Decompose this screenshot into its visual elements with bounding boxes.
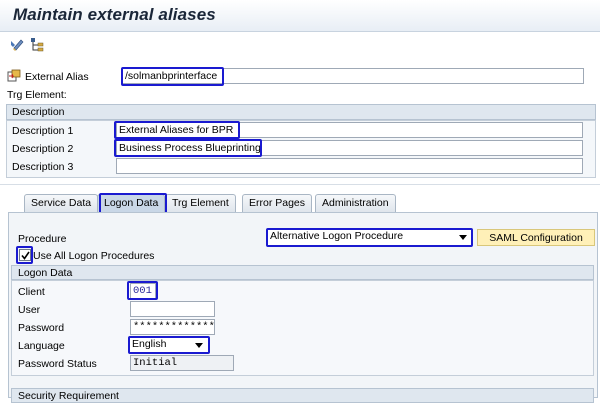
- hierarchy-icon[interactable]: [29, 37, 45, 53]
- tab-service-data-label: Service Data: [31, 197, 92, 209]
- logon-data-section-title: Logon Data: [18, 267, 73, 279]
- external-alias-label: External Alias: [25, 71, 89, 83]
- description-section-title: Description: [12, 106, 65, 118]
- tab-error-pages-label: Error Pages: [249, 197, 306, 209]
- security-requirement-section-header: Security Requirement: [11, 388, 594, 403]
- description-section-header: Description: [6, 104, 596, 120]
- password-status-value: Initial: [133, 357, 178, 369]
- alias-icon: [7, 69, 21, 83]
- tab-strip: Service Data Logon Data Trg Element Erro…: [10, 194, 595, 214]
- target-element-label: Trg Element:: [7, 89, 67, 101]
- description-1-value: External Aliases for BPR: [119, 124, 234, 136]
- description-1-field[interactable]: External Aliases for BPR: [116, 122, 583, 138]
- language-value: English: [132, 338, 167, 350]
- external-alias-value: /solmanbprinterface: [125, 70, 218, 82]
- user-field[interactable]: [130, 301, 215, 317]
- title-bar: Maintain external aliases: [0, 0, 600, 32]
- procedure-dropdown[interactable]: Alternative Logon Procedure: [268, 229, 471, 245]
- application-toolbar: [0, 32, 600, 58]
- password-label: Password: [18, 322, 65, 334]
- chevron-down-icon: [459, 235, 467, 240]
- external-alias-field[interactable]: /solmanbprinterface: [122, 68, 584, 84]
- user-label: User: [18, 304, 41, 316]
- tab-logon-data[interactable]: Logon Data: [97, 194, 166, 212]
- password-field[interactable]: **************: [130, 319, 215, 335]
- use-all-logon-checkbox[interactable]: [19, 249, 31, 261]
- client-field[interactable]: 001: [130, 283, 156, 299]
- client-label: Client: [18, 286, 45, 298]
- description-2-value: Business Process Blueprinting: [119, 142, 261, 154]
- password-status-label: Password Status: [18, 358, 97, 370]
- tab-error-pages[interactable]: Error Pages: [242, 194, 313, 212]
- tab-administration[interactable]: Administration: [315, 194, 396, 212]
- client-value: 001: [133, 285, 152, 297]
- tab-trg-element[interactable]: Trg Element: [165, 194, 236, 212]
- description-3-field[interactable]: [116, 158, 583, 174]
- description-1-label: Description 1: [12, 125, 74, 137]
- section-divider: [0, 184, 600, 185]
- chevron-down-icon: [195, 343, 203, 348]
- page-title: Maintain external aliases: [13, 5, 216, 24]
- procedure-value: Alternative Logon Procedure: [270, 230, 404, 242]
- security-requirement-title: Security Requirement: [18, 390, 119, 402]
- description-2-label: Description 2: [12, 143, 74, 155]
- password-status-field: Initial: [130, 355, 234, 371]
- logon-data-section-header: Logon Data: [11, 265, 594, 280]
- procedure-label: Procedure: [18, 233, 67, 245]
- password-value: **************: [133, 321, 215, 333]
- use-all-logon-label: Use All Logon Procedures: [33, 250, 155, 262]
- tab-administration-label: Administration: [322, 197, 389, 209]
- description-3-label: Description 3: [12, 161, 74, 173]
- description-2-field[interactable]: Business Process Blueprinting: [116, 140, 583, 156]
- logon-data-group: [11, 280, 594, 376]
- tab-logon-data-label: Logon Data: [104, 197, 159, 209]
- tab-trg-element-label: Trg Element: [172, 197, 229, 209]
- tab-service-data[interactable]: Service Data: [24, 194, 99, 212]
- language-label: Language: [18, 340, 65, 352]
- edit-pencil-icon[interactable]: [9, 37, 25, 53]
- language-dropdown[interactable]: English: [130, 337, 208, 353]
- saml-configuration-button[interactable]: SAML Configuration: [477, 229, 595, 246]
